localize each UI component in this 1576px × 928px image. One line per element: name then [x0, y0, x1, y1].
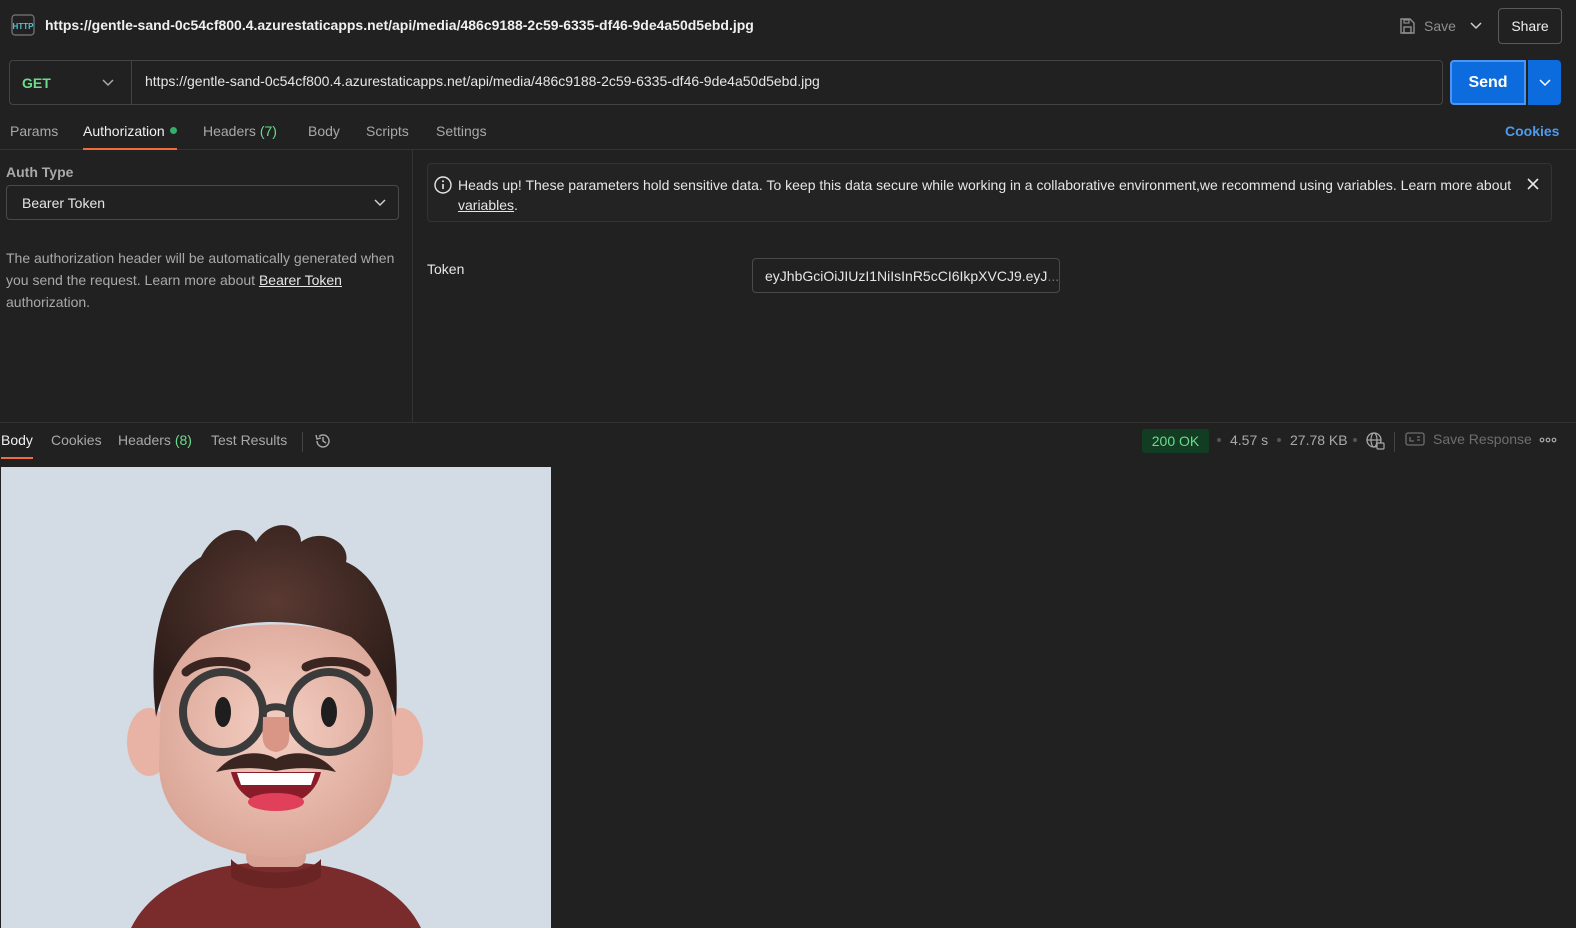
save-icon: [1400, 18, 1415, 34]
share-button[interactable]: Share: [1498, 8, 1562, 44]
cookies-link[interactable]: Cookies: [1505, 123, 1559, 139]
token-ellipsis: ...: [1047, 267, 1060, 284]
save-label: Save: [1424, 18, 1456, 34]
info-icon: [434, 176, 452, 194]
method-select[interactable]: GET: [10, 61, 132, 104]
tab-scripts[interactable]: Scripts: [366, 123, 409, 150]
request-tabs: Params Authorization Headers (7) Body Sc…: [0, 120, 1576, 150]
status-badge[interactable]: 200 OK: [1142, 429, 1209, 453]
response-tab-test-results[interactable]: Test Results: [211, 432, 287, 459]
auth-type-label: Auth Type: [6, 164, 74, 180]
separator-dot: [1353, 438, 1357, 442]
divider: [302, 432, 303, 452]
separator-dot: [1277, 438, 1281, 442]
url-bar: GET https://gentle-sand-0c54cf800.4.azur…: [9, 60, 1443, 105]
history-icon[interactable]: [313, 431, 333, 451]
warning-end: .: [514, 197, 518, 213]
avatar-image: [127, 525, 423, 928]
response-tab-headers-label: Headers: [118, 432, 171, 448]
token-input[interactable]: eyJhbGciOiJIUzI1NiIsInR5cCI6IkpXVCJ9.eyJ…: [752, 258, 1060, 293]
more-options-icon[interactable]: [1539, 433, 1557, 447]
auth-desc-end: authorization.: [6, 294, 91, 310]
save-options-chevron-icon[interactable]: [1466, 14, 1486, 38]
url-input[interactable]: https://gentle-sand-0c54cf800.4.azuresta…: [145, 73, 820, 89]
variables-link[interactable]: variables: [458, 197, 514, 213]
token-label: Token: [427, 261, 465, 277]
close-icon[interactable]: [1526, 177, 1540, 191]
save-response-label: Save Response: [1433, 431, 1532, 447]
auth-description: The authorization header will be automat…: [6, 247, 406, 313]
send-options-chevron-icon[interactable]: [1528, 60, 1561, 105]
tab-settings[interactable]: Settings: [436, 123, 487, 150]
active-indicator-dot: [169, 127, 177, 134]
request-title[interactable]: https://gentle-sand-0c54cf800.4.azuresta…: [45, 17, 754, 33]
save-response-button[interactable]: Save Response: [1405, 431, 1532, 447]
http-file-icon: HTTP: [10, 12, 36, 38]
send-button[interactable]: Send: [1450, 60, 1526, 105]
svg-text:HTTP: HTTP: [13, 22, 35, 31]
save-button[interactable]: Save: [1398, 14, 1456, 38]
tab-authorization-label: Authorization: [83, 123, 165, 139]
token-value: eyJhbGciOiJIUzI1NiIsInR5cCI6IkpXVCJ9.eyJ: [765, 267, 1048, 284]
divider: [1394, 432, 1395, 452]
separator-dot: [1217, 438, 1221, 442]
response-time[interactable]: 4.57 s: [1230, 432, 1268, 448]
tab-body[interactable]: Body: [308, 123, 340, 150]
sensitive-data-warning: Heads up! These parameters hold sensitiv…: [427, 163, 1552, 222]
auth-type-value: Bearer Token: [22, 194, 106, 211]
chevron-down-icon: [102, 79, 114, 87]
response-tab-headers[interactable]: Headers (8): [118, 432, 192, 459]
save-response-icon: [1405, 432, 1425, 446]
warning-text: Heads up! These parameters hold sensitiv…: [458, 175, 1518, 215]
tab-headers-count: (7): [259, 123, 277, 139]
auth-type-pane: Auth Type Bearer Token The authorization…: [0, 150, 413, 422]
bearer-token-link[interactable]: Bearer Token: [259, 272, 342, 288]
network-globe-icon[interactable]: [1365, 431, 1385, 451]
response-bar: Body Cookies Headers (8) Test Results 20…: [0, 422, 1576, 460]
response-image-preview: [1, 467, 551, 928]
tab-headers-label: Headers: [203, 123, 256, 139]
response-size[interactable]: 27.78 KB: [1290, 432, 1348, 448]
response-tab-cookies[interactable]: Cookies: [51, 432, 102, 459]
title-bar: HTTP https://gentle-sand-0c54cf800.4.azu…: [0, 0, 1576, 52]
tab-headers[interactable]: Headers (7): [203, 123, 277, 150]
response-tab-headers-count: (8): [174, 432, 192, 448]
warning-message: Heads up! These parameters hold sensitiv…: [458, 177, 1512, 193]
response-tab-body[interactable]: Body: [1, 432, 33, 459]
auth-type-select[interactable]: Bearer Token: [6, 185, 399, 220]
tab-params[interactable]: Params: [10, 123, 58, 150]
method-label: GET: [22, 74, 51, 91]
tab-authorization[interactable]: Authorization: [83, 123, 177, 150]
chevron-down-icon: [374, 199, 386, 207]
